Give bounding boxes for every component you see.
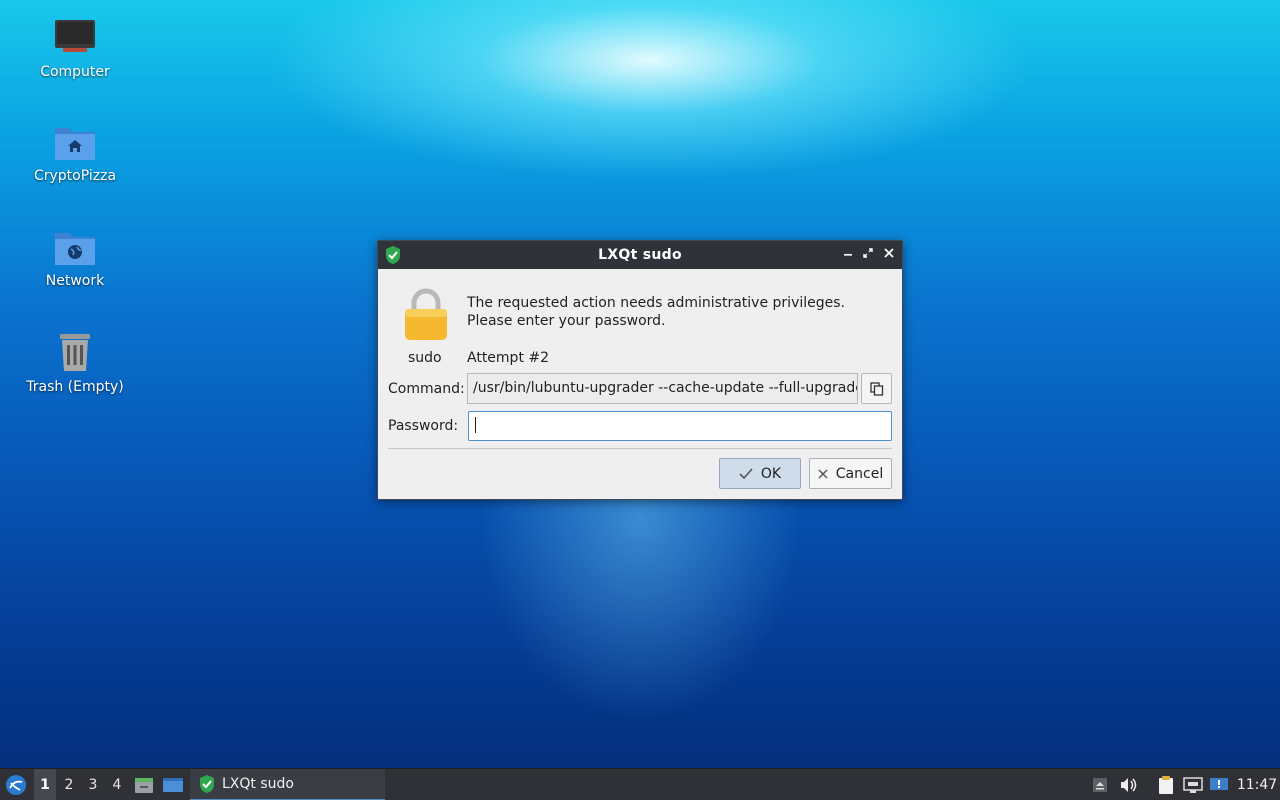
minimize-button[interactable] xyxy=(840,246,856,264)
ok-label: OK xyxy=(760,465,782,482)
clipboard-button[interactable] xyxy=(1155,769,1177,800)
trash-icon xyxy=(60,334,90,371)
file-manager-icon xyxy=(135,778,153,793)
start-menu-button[interactable] xyxy=(2,769,30,800)
close-button[interactable] xyxy=(881,246,897,264)
desktop-icon xyxy=(163,778,183,792)
lubuntu-logo-icon xyxy=(6,775,26,795)
dialog-title: LXQt sudo xyxy=(598,247,682,263)
lock-icon xyxy=(405,288,447,340)
ok-button[interactable]: OK xyxy=(719,458,801,489)
volume-button[interactable] xyxy=(1117,769,1139,800)
show-desktop-button[interactable] xyxy=(161,769,185,800)
password-input[interactable] xyxy=(468,411,892,441)
network-wired-icon xyxy=(1183,777,1203,793)
update-notifier-button[interactable] xyxy=(1208,769,1230,800)
desktop-icon-cryptopizza[interactable]: CryptoPizza xyxy=(20,122,130,184)
command-label: Command: xyxy=(388,381,465,397)
message-line: The requested action needs administrativ… xyxy=(467,295,845,311)
file-manager-launcher[interactable] xyxy=(133,769,155,800)
desktop-icon-computer[interactable]: Computer xyxy=(20,18,130,80)
taskbar: 1 2 3 4 LXQt sudo 11:47 xyxy=(0,768,1280,800)
workspace-3[interactable]: 3 xyxy=(82,769,104,800)
copy-command-button[interactable] xyxy=(861,373,892,404)
workspace-1[interactable]: 1 xyxy=(34,769,56,800)
message-line: Please enter your password. xyxy=(467,313,666,329)
workspace-4[interactable]: 4 xyxy=(106,769,128,800)
workspace-2[interactable]: 2 xyxy=(58,769,80,800)
cancel-label: Cancel xyxy=(835,465,884,482)
button-separator xyxy=(388,448,892,449)
user-label: sudo xyxy=(408,350,442,366)
update-notifier-icon xyxy=(1210,778,1228,790)
password-label: Password: xyxy=(388,418,459,434)
attempt-label: Attempt #2 xyxy=(467,350,550,366)
network-folder-icon xyxy=(55,233,95,265)
network-status-button[interactable] xyxy=(1181,769,1205,800)
maximize-button[interactable] xyxy=(860,246,876,264)
desktop-icon-trash[interactable]: Trash (Empty) xyxy=(20,331,130,395)
sudo-dialog: LXQt sudo sudo The requested action need… xyxy=(377,240,903,500)
text-cursor xyxy=(475,417,476,433)
close-icon xyxy=(884,248,894,258)
dialog-message: The requested action needs administrativ… xyxy=(467,294,845,330)
checkmark-icon xyxy=(739,467,753,479)
dialog-titlebar[interactable]: LXQt sudo xyxy=(378,241,902,269)
desktop-icon-label: Network xyxy=(45,273,105,289)
computer-icon xyxy=(55,20,95,52)
desktop-icon-label: CryptoPizza xyxy=(33,168,117,184)
maximize-icon xyxy=(863,248,873,258)
home-folder-icon xyxy=(55,128,95,160)
clipboard-icon xyxy=(1159,776,1173,794)
desktop-icon-label: Computer xyxy=(40,64,110,80)
close-icon xyxy=(818,468,828,479)
minimize-icon xyxy=(844,254,852,256)
desktop-icon-network[interactable]: Network xyxy=(20,227,130,289)
tray-expand-button[interactable] xyxy=(1090,769,1110,800)
shield-icon xyxy=(386,246,400,264)
eject-icon xyxy=(1093,778,1107,792)
clock[interactable]: 11:47 xyxy=(1234,769,1280,800)
desktop-icon-label: Trash (Empty) xyxy=(26,379,124,395)
shield-icon xyxy=(200,775,214,793)
task-label: LXQt sudo xyxy=(222,776,294,792)
command-field[interactable]: /usr/bin/lubuntu-upgrader --cache-update… xyxy=(467,373,858,404)
copy-icon xyxy=(869,381,883,396)
cancel-button[interactable]: Cancel xyxy=(809,458,892,489)
volume-icon xyxy=(1121,778,1137,792)
task-lxqt-sudo[interactable]: LXQt sudo xyxy=(190,769,385,800)
